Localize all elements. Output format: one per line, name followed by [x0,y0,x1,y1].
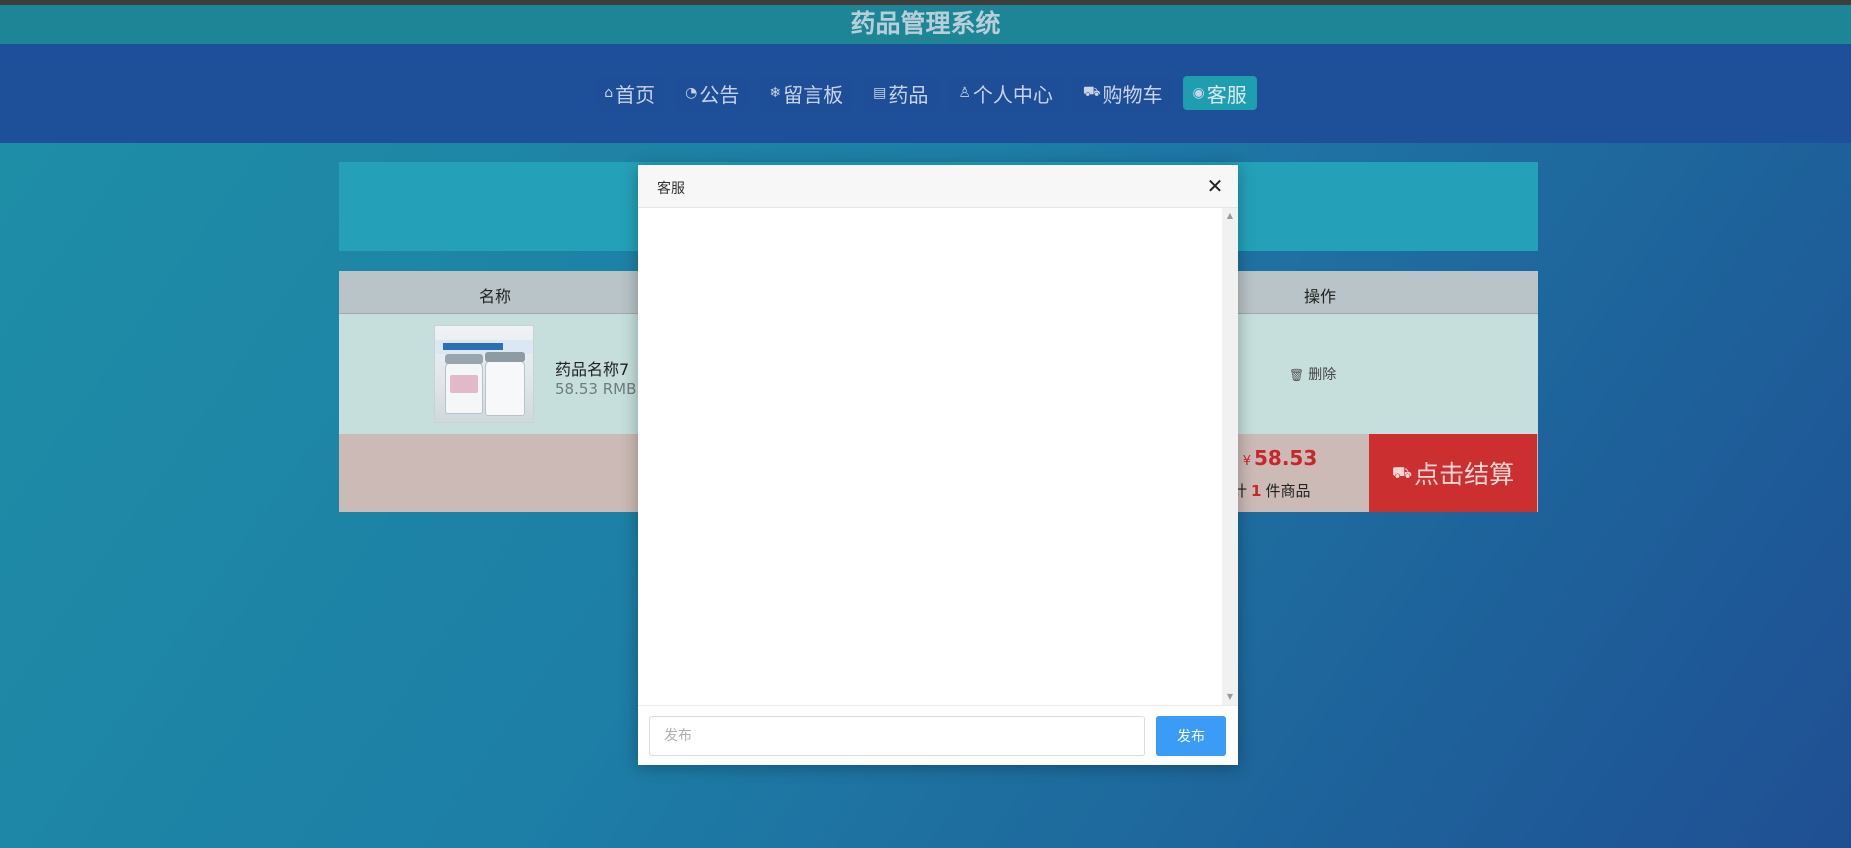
nav-item-label: 药品 [888,82,929,107]
scroll-down-icon[interactable]: ▼ [1222,689,1238,705]
message-input[interactable] [649,716,1145,756]
nav-item-home[interactable]: ⌂ 首页 [594,76,666,110]
nav-item-label: 公告 [699,82,740,107]
close-icon[interactable]: ✕ [1204,175,1226,197]
user-icon: ♙ [958,85,971,101]
count-suffix: 件商品 [1265,482,1311,500]
main-nav: ⌂ 首页 ◔ 公告 ❄ 留言板 ▤ 药品 ♙ 个人中心 ⛟ 购物车 ◉ 客服 [0,44,1851,143]
dialog-title: 客服 [657,181,685,197]
checkout-label: 点击结算 [1414,460,1515,489]
cart-icon: ⛟ [1082,84,1101,100]
gauge-icon: ◔ [685,85,698,101]
product-price: 58.53 RMB [555,380,637,398]
checkout-button[interactable]: ⛟ 点击结算 [1369,434,1537,512]
nav-item-label: 客服 [1206,82,1247,107]
item-count: 1 [1251,482,1262,500]
column-header-name: 名称 [479,287,512,306]
nav-item-message-board[interactable]: ❄ 留言板 [759,76,854,110]
product-name: 药品名称7 [555,360,630,379]
item-count-line: 计 1 件商品 [1232,480,1310,501]
app-title: 药品管理系统 [850,9,1001,38]
nav-item-announcements[interactable]: ◔ 公告 [675,76,750,110]
nav-item-cart[interactable]: ⛟ 购物车 [1072,76,1173,110]
trash-icon: 🗑 [1289,368,1305,382]
chat-messages[interactable]: ▲ ▼ [638,208,1238,705]
column-header-operation: 操作 [1304,287,1337,306]
delete-label: 删除 [1308,367,1337,383]
scroll-up-icon[interactable]: ▲ [1222,208,1238,224]
total-line: :¥58.53 [1232,446,1317,470]
product-image [434,325,534,423]
nav-item-profile[interactable]: ♙ 个人中心 [948,76,1063,110]
delete-button[interactable]: 🗑 删除 [1289,364,1336,384]
nav-item-label: 购物车 [1102,82,1163,107]
app-header: 药品管理系统 [0,5,1851,44]
total-amount: 58.53 [1254,446,1318,470]
nav-item-label: 留言板 [783,82,844,107]
chat-icon: ◉ [1192,85,1205,101]
clipboard-icon: ▤ [873,85,887,101]
nav-item-label: 首页 [615,82,656,107]
dialog-footer: 发布 [638,705,1238,765]
nav-item-label: 个人中心 [972,82,1053,107]
customer-service-dialog: 客服 ✕ ▲ ▼ 发布 [638,165,1238,765]
dialog-header: 客服 ✕ [638,165,1238,208]
cart-icon: ⛟ [1391,462,1413,482]
home-icon: ⌂ [604,85,614,101]
nav-item-medicines[interactable]: ▤ 药品 [863,76,939,110]
nav-item-customer-service[interactable]: ◉ 客服 [1182,76,1257,110]
send-button[interactable]: 发布 [1156,716,1226,756]
snowflake-icon: ❄ [769,85,782,101]
chat-scrollbar[interactable]: ▲ ▼ [1222,208,1238,705]
currency-symbol: ¥ [1242,454,1251,469]
